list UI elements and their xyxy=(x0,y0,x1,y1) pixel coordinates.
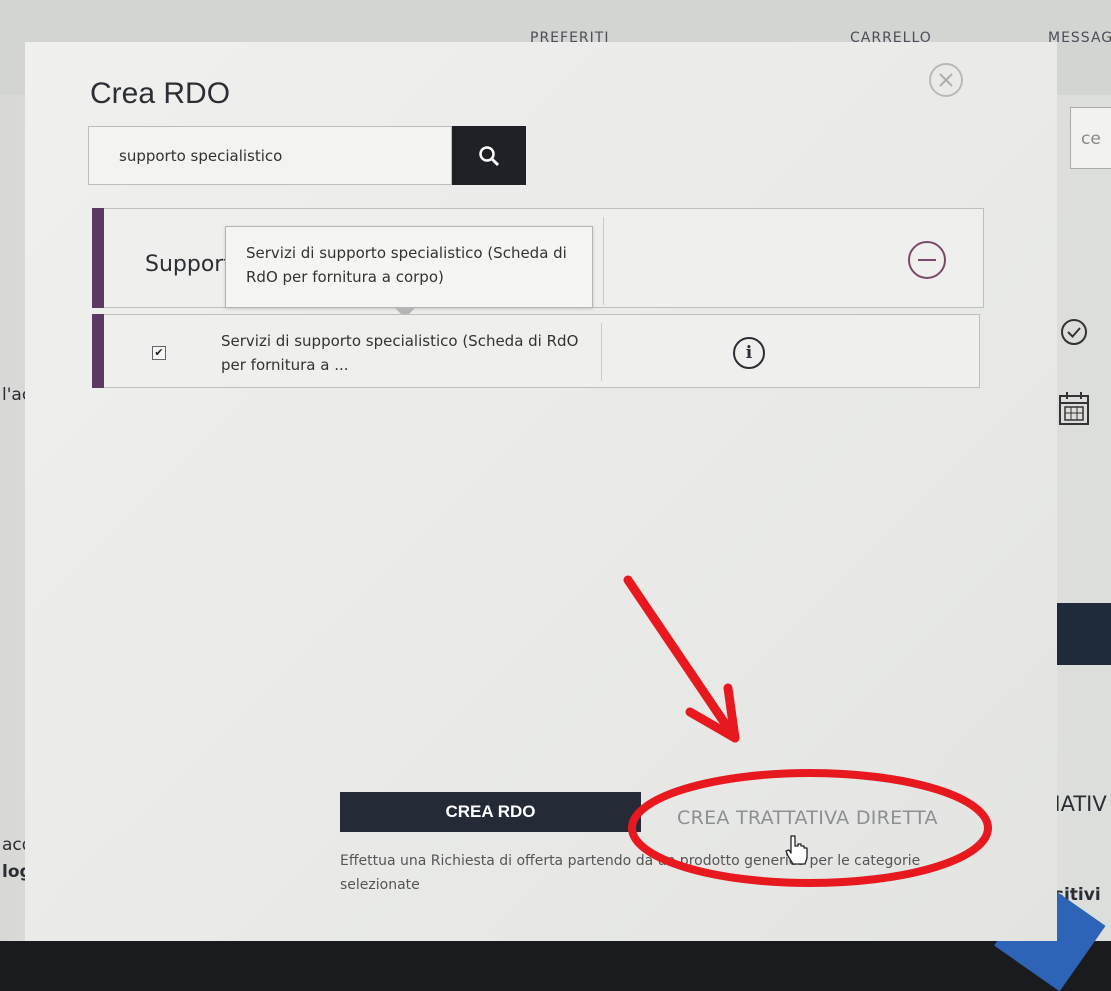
tooltip: Servizi di supporto specialistico (Sched… xyxy=(225,226,593,308)
product-accent-bar xyxy=(92,314,104,388)
collapse-category-button[interactable] xyxy=(908,241,946,279)
search-button[interactable] xyxy=(452,126,526,185)
create-rdo-button[interactable]: CREA RDO xyxy=(340,792,641,832)
create-trattativa-diretta-button[interactable]: CREA TRATTATIVA DIRETTA xyxy=(677,807,938,829)
info-icon: i xyxy=(745,343,753,363)
minus-circle-icon xyxy=(918,259,936,261)
bg-nav-item-messaggi[interactable]: MESSAGGI xyxy=(1048,30,1111,46)
product-divider xyxy=(601,323,602,381)
modal-title: Crea RDO xyxy=(90,77,231,110)
search-icon xyxy=(479,145,500,166)
category-divider xyxy=(603,217,604,305)
background-search-field[interactable]: ce xyxy=(1070,107,1111,169)
check-circle-icon xyxy=(1061,319,1087,345)
close-icon xyxy=(939,73,953,87)
crea-rdo-modal: Crea RDO Supporto Servizi di supporto sp… xyxy=(25,42,1057,941)
close-button[interactable] xyxy=(929,63,963,97)
calendar-icon xyxy=(1059,392,1089,425)
product-row[interactable]: ✔ Servizi di supporto specialistico (Sch… xyxy=(92,314,980,388)
product-checkbox[interactable]: ✔ xyxy=(152,346,166,360)
create-rdo-description: Effettua una Richiesta di offerta parten… xyxy=(340,853,921,893)
search-input[interactable] xyxy=(88,126,452,185)
product-label: Servizi di supporto specialistico (Sched… xyxy=(221,332,579,374)
info-button[interactable]: i xyxy=(733,337,765,369)
category-accent-bar xyxy=(92,208,104,308)
